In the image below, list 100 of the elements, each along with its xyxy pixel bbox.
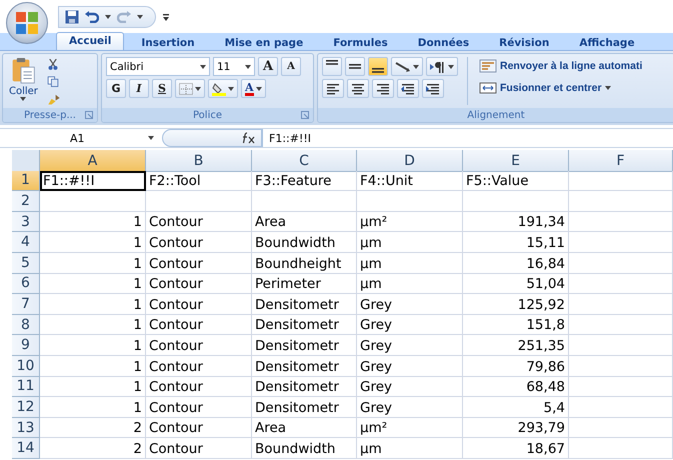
table-cell: 2 bbox=[40, 438, 146, 459]
table-cell: 16,84 bbox=[463, 252, 569, 274]
table-cell: F5::Value bbox=[463, 170, 569, 192]
orientation-button[interactable] bbox=[391, 57, 423, 76]
row-header[interactable]: 8 bbox=[12, 314, 40, 336]
save-icon[interactable] bbox=[65, 10, 79, 24]
table-cell: 1 bbox=[40, 335, 146, 356]
vertical-align-button[interactable] bbox=[345, 57, 365, 76]
table-cell: µm² bbox=[357, 212, 463, 232]
table-cell: Grey bbox=[357, 376, 463, 398]
table-cell: 1 bbox=[40, 314, 146, 336]
font-name-field[interactable]: Calibri bbox=[106, 57, 210, 76]
table-cell: µm bbox=[357, 232, 463, 253]
paste-button[interactable]: Coller bbox=[7, 57, 40, 105]
column-header[interactable]: E bbox=[463, 150, 569, 172]
row-header[interactable]: 2 bbox=[12, 191, 40, 212]
row-header[interactable]: 5 bbox=[12, 252, 40, 274]
dropdown-caret-icon bbox=[200, 64, 206, 68]
horizontal-align-button[interactable] bbox=[372, 79, 394, 98]
table-cell: 191,34 bbox=[463, 212, 569, 232]
paint-bucket-icon bbox=[212, 82, 226, 96]
horizontal-align-button[interactable] bbox=[322, 79, 344, 98]
table-cell: 1 bbox=[40, 212, 146, 232]
row-header[interactable]: 13 bbox=[12, 418, 40, 438]
ribbon-tab[interactable]: Données bbox=[404, 34, 482, 50]
merge-center-button[interactable]: Fusionner et centrer bbox=[477, 79, 644, 97]
row-header[interactable]: 11 bbox=[12, 376, 40, 398]
table-cell: Contour bbox=[146, 335, 252, 356]
formula-field[interactable]: F1::#!!I bbox=[262, 129, 673, 147]
borders-button[interactable] bbox=[175, 79, 205, 98]
row-header[interactable]: 6 bbox=[12, 274, 40, 294]
ribbon-tab[interactable]: Affichage bbox=[566, 34, 648, 50]
ribbon-tab[interactable]: Formules bbox=[320, 34, 401, 50]
dropdown-caret-icon bbox=[448, 64, 454, 68]
table-cell: 251,35 bbox=[463, 335, 569, 356]
row-header[interactable]: 7 bbox=[12, 294, 40, 315]
table-cell: Contour bbox=[146, 418, 252, 438]
column-header[interactable]: B bbox=[146, 150, 252, 172]
vertical-align-button[interactable] bbox=[368, 57, 388, 76]
table-cell: Grey bbox=[357, 356, 463, 377]
ribbon-tab[interactable]: Révision bbox=[486, 34, 562, 50]
table-cell: 1 bbox=[40, 294, 146, 315]
office-button[interactable] bbox=[6, 2, 48, 44]
brush-icon[interactable] bbox=[46, 94, 62, 105]
table-cell: µm bbox=[357, 438, 463, 459]
row-header[interactable]: 3 bbox=[12, 212, 40, 232]
align-lines-icon bbox=[351, 82, 365, 96]
decrease-indent-button[interactable] bbox=[397, 79, 419, 98]
row-header[interactable]: 4 bbox=[12, 232, 40, 253]
increase-indent-button[interactable] bbox=[422, 79, 444, 98]
column-header[interactable]: C bbox=[252, 150, 357, 172]
row-header[interactable]: 1 bbox=[12, 170, 40, 192]
dropdown-caret-icon bbox=[256, 86, 262, 90]
column-header[interactable]: D bbox=[357, 150, 463, 172]
table-cell: 79,86 bbox=[463, 356, 569, 377]
ribbon-tab[interactable]: Accueil bbox=[56, 32, 124, 50]
scissors-icon[interactable] bbox=[46, 59, 60, 70]
group-label: Alignement bbox=[467, 110, 525, 120]
font-size-field[interactable]: 11 bbox=[213, 57, 255, 76]
function-button[interactable] bbox=[162, 129, 262, 147]
table-cell: 18,67 bbox=[463, 438, 569, 459]
table-cell: Area bbox=[252, 212, 357, 232]
ribbon-tab[interactable]: Insertion bbox=[128, 34, 208, 50]
dropdown-caret-icon bbox=[137, 15, 143, 19]
undo-icon[interactable] bbox=[85, 11, 99, 23]
paragraph-direction-button[interactable] bbox=[426, 57, 458, 76]
row-header[interactable]: 9 bbox=[12, 335, 40, 356]
customize-toolbar-icon[interactable] bbox=[162, 14, 170, 22]
table-cell: Densitometr bbox=[252, 397, 357, 418]
table-cell: 5,4 bbox=[463, 397, 569, 418]
column-header[interactable]: F bbox=[569, 150, 673, 172]
shrink-font-button[interactable]: A bbox=[281, 57, 301, 76]
fill-color-button[interactable] bbox=[208, 79, 238, 98]
table-cell: 1 bbox=[40, 356, 146, 377]
office-logo-icon bbox=[15, 11, 39, 35]
table-cell: Densitometr bbox=[252, 314, 357, 336]
row-header[interactable]: 14 bbox=[12, 438, 40, 459]
grow-font-button[interactable]: A bbox=[258, 57, 278, 76]
table-cell: Boundwidth bbox=[252, 232, 357, 253]
underline-button[interactable]: S bbox=[152, 79, 172, 98]
horizontal-align-button[interactable] bbox=[347, 79, 369, 98]
column-header[interactable]: A bbox=[40, 150, 146, 172]
italic-button[interactable]: I bbox=[129, 79, 149, 98]
vertical-align-button[interactable] bbox=[322, 57, 342, 76]
row-header[interactable]: 12 bbox=[12, 397, 40, 418]
table-cell: Densitometr bbox=[252, 294, 357, 315]
merge-cells-icon bbox=[479, 81, 497, 95]
table-cell: 1 bbox=[40, 376, 146, 398]
indent-icon bbox=[401, 82, 415, 96]
wrap-text-button[interactable]: Renvoyer à la ligne automati bbox=[477, 57, 644, 75]
table-cell: 1 bbox=[40, 397, 146, 418]
table-cell: 2 bbox=[40, 418, 146, 438]
table-cell: Densitometr bbox=[252, 356, 357, 377]
bold-button[interactable]: G bbox=[106, 79, 126, 98]
name-box[interactable]: A1 bbox=[12, 129, 162, 147]
ribbon-tab[interactable]: Mise en page bbox=[212, 34, 316, 50]
copy-icon[interactable] bbox=[46, 76, 60, 88]
font-color-button[interactable]: A bbox=[241, 79, 266, 98]
table-cell: Area bbox=[252, 418, 357, 438]
row-header[interactable]: 10 bbox=[12, 356, 40, 377]
